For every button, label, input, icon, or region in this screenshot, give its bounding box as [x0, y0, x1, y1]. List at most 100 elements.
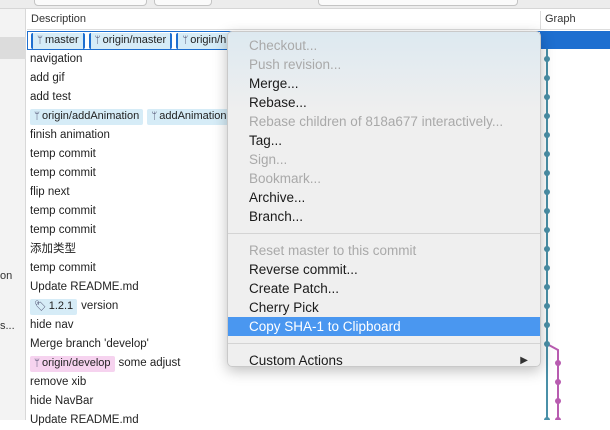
graph-node [544, 75, 550, 81]
menu-item-archive[interactable]: Archive... [228, 188, 540, 207]
commit-message: temp commit [30, 224, 96, 236]
sidebar: on s... [0, 9, 26, 420]
menu-item-label: Custom Actions [249, 353, 343, 368]
table-header: Description Graph [27, 9, 610, 30]
ref-badge[interactable]: ᛘ origin/master [88, 32, 173, 49]
commit-message: navigation [30, 53, 83, 65]
menu-item-label: Bookmark... [249, 171, 322, 186]
graph-node [544, 246, 550, 252]
tag-icon: 🏷 [34, 301, 47, 312]
graph-node [555, 398, 561, 404]
commit-message: finish animation [30, 129, 110, 141]
ref-label: master [45, 34, 79, 46]
commit-graph [542, 35, 561, 423]
menu-item-label: Merge... [249, 76, 299, 91]
graph-node [555, 360, 561, 366]
commit-message: Merge branch 'develop' [30, 338, 149, 350]
graph-column [541, 31, 610, 423]
column-description[interactable]: Description [31, 13, 86, 25]
column-graph[interactable]: Graph [545, 13, 576, 25]
graph-node [544, 132, 550, 138]
table-row[interactable]: remove xib [27, 373, 541, 392]
menu-item-cherry-pick[interactable]: Cherry Pick [228, 298, 540, 317]
menu-item-label: Cherry Pick [249, 300, 319, 315]
menu-item-rebase-children-of-818a677-interactively: Rebase children of 818a677 interactively… [228, 112, 540, 131]
graph-node [544, 284, 550, 290]
context-menu: Checkout... Push revision... Merge... Rebas… [227, 31, 541, 370]
menu-item-label: Rebase children of 818a677 interactively… [249, 114, 504, 129]
graph-node [555, 379, 561, 385]
sidebar-item[interactable]: s... [0, 320, 15, 332]
commit-message: Update README.md [30, 281, 139, 293]
menu-item-label: Branch... [249, 209, 304, 224]
commit-message: flip next [30, 186, 70, 198]
toolbar-button[interactable] [34, 0, 147, 6]
menu-item-merge[interactable]: Merge... [228, 74, 540, 93]
menu-item-reverse-commit[interactable]: Reverse commit... [228, 260, 540, 279]
table-row[interactable]: Update README.md [27, 411, 541, 430]
ref-label: origin/h [190, 34, 227, 46]
branch-icon: ᛘ [34, 358, 40, 369]
toolbar [0, 0, 610, 9]
branch-icon: ᛘ [151, 111, 158, 122]
toolbar-button[interactable] [154, 0, 212, 6]
commit-message: add test [30, 91, 71, 103]
menu-separator [228, 343, 540, 344]
commit-message: temp commit [30, 148, 96, 160]
commit-message: some adjust [118, 357, 181, 369]
sidebar-selected-item[interactable] [0, 37, 26, 59]
ref-label: 1.2.1 [48, 300, 74, 312]
menu-item-label: Tag... [249, 133, 283, 148]
submenu-arrow-icon: ▶ [520, 355, 528, 366]
menu-item-checkout: Checkout... [228, 36, 540, 55]
ref-badge[interactable]: 🏷 1.2.1 [30, 298, 78, 315]
commit-message: hide NavBar [30, 395, 94, 407]
selected-row-highlight [541, 31, 610, 49]
ref-badge[interactable]: ᛘ origin/addAnimation [30, 108, 144, 125]
commit-message: hide nav [30, 319, 74, 331]
menu-item-tag[interactable]: Tag... [228, 131, 540, 150]
commit-message: temp commit [30, 262, 96, 274]
graph-node [544, 341, 550, 347]
menu-item-bookmark: Bookmark... [228, 169, 540, 188]
menu-item-label: Reverse commit... [249, 262, 358, 277]
toolbar-button[interactable] [318, 0, 518, 6]
graph-node [544, 227, 550, 233]
commit-message: add gif [30, 72, 65, 84]
menu-item-label: Create Patch... [249, 281, 340, 296]
ref-badge[interactable]: ᛘ origin/h [176, 32, 233, 49]
menu-item-label: Copy SHA-1 to Clipboard [249, 319, 401, 334]
sidebar-item[interactable]: on [0, 270, 12, 282]
branch-icon: ᛘ [34, 111, 40, 122]
column-divider[interactable] [540, 11, 541, 29]
menu-item-label: Rebase... [249, 95, 307, 110]
ref-badge[interactable]: ᛘ origin/develop [30, 355, 115, 372]
ref-badge[interactable]: ᛘ master [31, 32, 85, 49]
commit-message: 添加类型 [30, 243, 76, 255]
menu-item-reset-master-to-this-commit: Reset master to this commit [228, 241, 540, 260]
ref-label: origin/master [102, 34, 167, 46]
menu-item-custom-actions[interactable]: Custom Actions ▶ [228, 351, 540, 370]
menu-item-label: Reset master to this commit [249, 243, 417, 258]
graph-node [544, 170, 550, 176]
table-row[interactable]: hide NavBar [27, 392, 541, 411]
ref-label: addAnimation [159, 110, 227, 122]
ref-badge[interactable]: ᛘ addAnimation [147, 108, 231, 125]
graph-node [544, 151, 550, 157]
commit-message: version [81, 300, 119, 312]
graph-node [544, 113, 550, 119]
graph-node [544, 56, 550, 62]
menu-item-rebase[interactable]: Rebase... [228, 93, 540, 112]
menu-item-branch[interactable]: Branch... [228, 207, 540, 226]
commit-message: Update README.md [30, 414, 139, 426]
menu-separator [228, 233, 540, 234]
menu-item-create-patch[interactable]: Create Patch... [228, 279, 540, 298]
branch-icon: ᛘ [37, 35, 43, 46]
menu-item-label: Checkout... [249, 38, 318, 53]
ref-label: origin/addAnimation [42, 110, 140, 122]
menu-item-sign: Sign... [228, 150, 540, 169]
menu-item-copy-sha-1-to-clipboard[interactable]: Copy SHA-1 to Clipboard [228, 317, 540, 336]
graph-node [544, 208, 550, 214]
branch-icon: ᛘ [94, 35, 101, 46]
menu-item-push-revision: Push revision... [228, 55, 540, 74]
